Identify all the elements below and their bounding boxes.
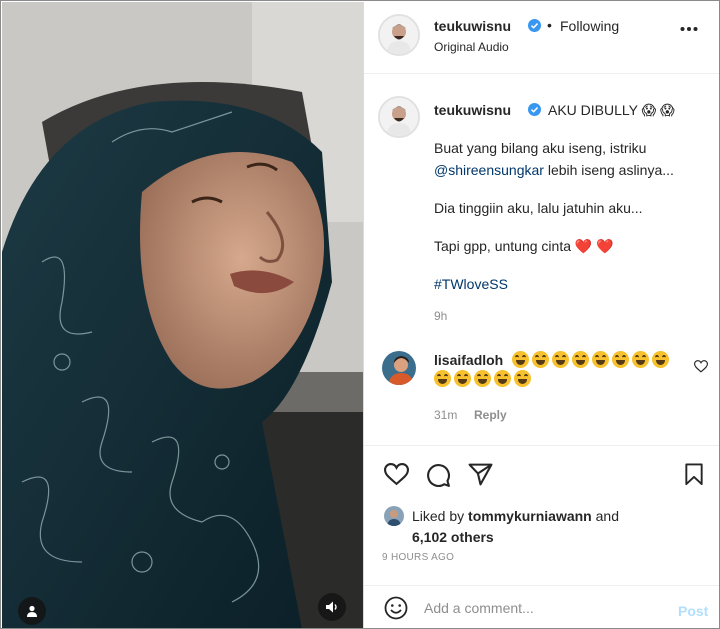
like-icon[interactable]: [384, 463, 409, 486]
share-icon[interactable]: [468, 463, 493, 486]
post-header: teukuwisnu • Following Original Audio: [364, 2, 719, 74]
emoji-picker-icon[interactable]: [384, 596, 408, 620]
post-dialog: teukuwisnu • Following Original Audio te…: [0, 0, 720, 629]
post-details-panel: teukuwisnu • Following Original Audio te…: [363, 2, 719, 628]
caption-line-4: Tapi gpp, untung cinta ❤️ ❤️: [434, 238, 614, 254]
user-icon: [27, 605, 37, 617]
original-audio-link[interactable]: Original Audio: [434, 40, 509, 54]
caption-author-username[interactable]: teukuwisnu: [434, 102, 511, 118]
comment-timestamp[interactable]: 31m: [434, 408, 457, 422]
comment-input[interactable]: [424, 594, 664, 622]
avatar-image: [384, 506, 404, 526]
video-frame-image: [2, 2, 363, 628]
post-video[interactable]: [2, 2, 363, 628]
author-avatar[interactable]: [378, 14, 420, 56]
posted-time[interactable]: 9 HOURS AGO: [382, 552, 454, 563]
mute-toggle-button[interactable]: [318, 593, 346, 621]
hashtag-link[interactable]: #TWloveSS: [434, 276, 508, 292]
liker-avatar[interactable]: [384, 506, 404, 526]
speaker-icon: [326, 601, 337, 613]
likes-summary: Liked by tommykurniawann and 6,102 other…: [412, 506, 619, 548]
avatar-image: [380, 98, 418, 136]
likes-and: and: [595, 508, 619, 524]
comment-emojis-row-2: [434, 370, 534, 387]
verified-badge-icon: [528, 19, 541, 32]
save-bookmark-icon[interactable]: [684, 463, 704, 486]
liker-username[interactable]: tommykurniawann: [468, 508, 592, 524]
more-options-icon[interactable]: [680, 26, 698, 32]
caption-timestamp[interactable]: 9h: [434, 309, 447, 323]
commenter-username[interactable]: lisaifadloh: [434, 352, 503, 368]
post-comment-button[interactable]: Post: [678, 603, 708, 619]
caption-title: AKU DIBULLY 😱 😱: [548, 102, 675, 118]
reply-button[interactable]: Reply: [474, 408, 507, 422]
caption-line-3: Dia tinggiin aku, lalu jatuhin aku...: [434, 200, 643, 216]
tagged-users-button[interactable]: [18, 597, 46, 625]
likes-others-link[interactable]: 6,102 others: [412, 529, 494, 545]
following-button[interactable]: Following: [560, 18, 619, 34]
liked-by-prefix: Liked by: [412, 508, 465, 524]
caption-author-avatar[interactable]: [378, 96, 420, 138]
avatar-image: [380, 16, 418, 54]
commenter-avatar[interactable]: [382, 351, 416, 385]
caption-line-2: @shireensungkar lebih iseng aslinya...: [434, 162, 674, 178]
comment-emojis-row-1: [512, 350, 682, 370]
mention-link[interactable]: @shireensungkar: [434, 162, 544, 178]
caption-line-1: Buat yang bilang aku iseng, istriku: [434, 140, 647, 156]
like-comment-icon[interactable]: [694, 360, 708, 373]
verified-badge-icon: [528, 103, 541, 116]
author-username[interactable]: teukuwisnu: [434, 18, 511, 34]
avatar-image: [382, 351, 416, 385]
comment-item: lisaifadloh 31m Reply: [364, 342, 719, 432]
header-separator: •: [547, 17, 552, 33]
comment-icon[interactable]: [426, 463, 451, 488]
caption-line-2-text: lebih iseng aslinya...: [543, 162, 674, 178]
comment-composer: Post: [364, 585, 719, 628]
